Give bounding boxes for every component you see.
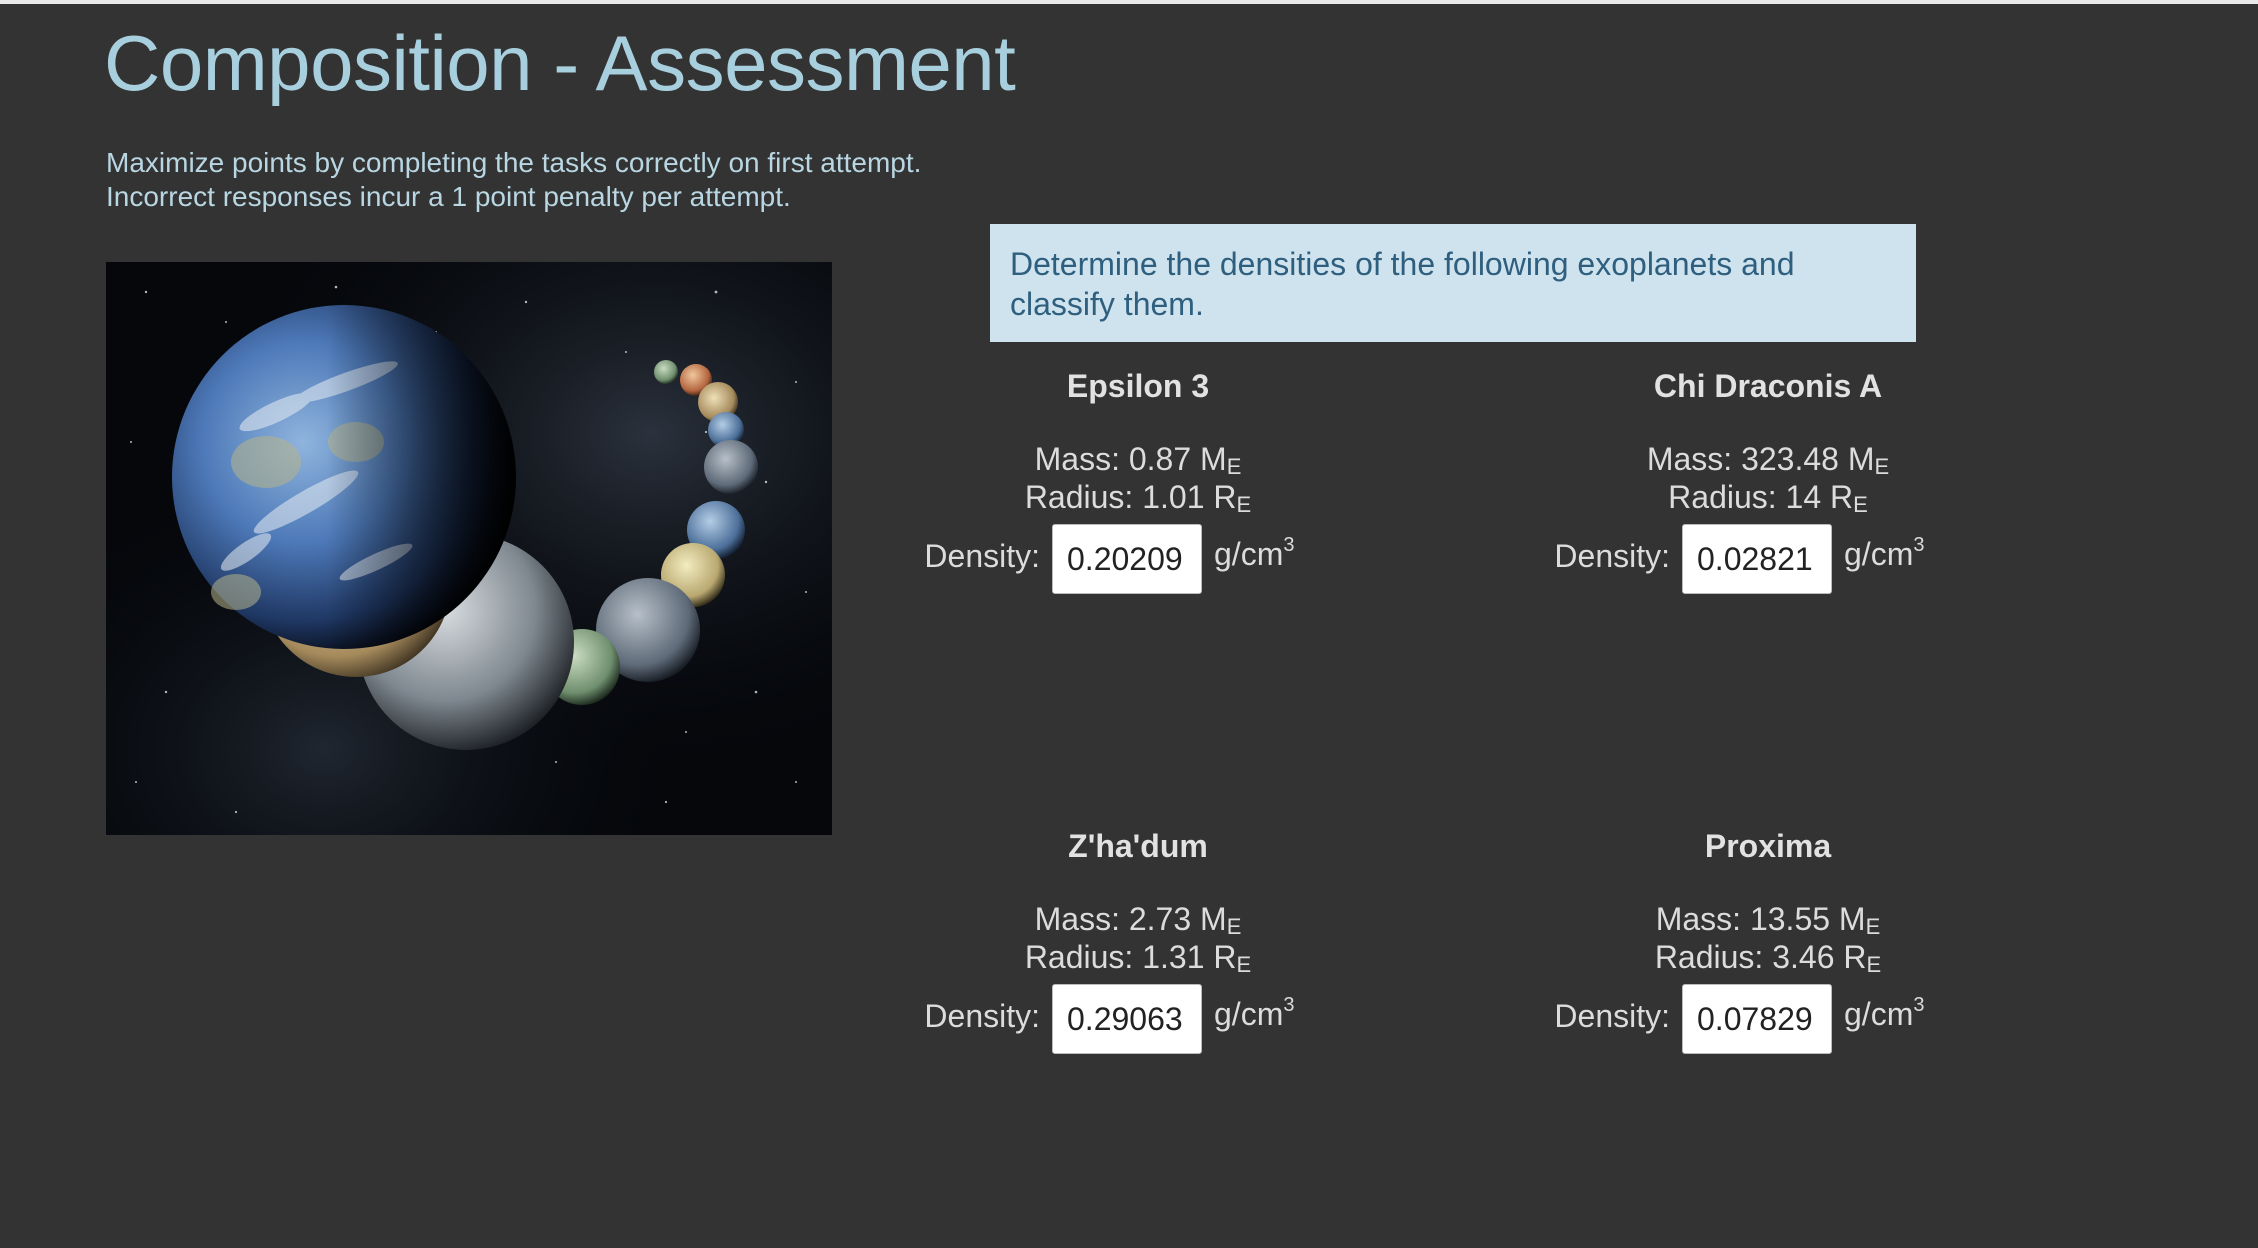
density-unit-exp: 3 (1913, 994, 1925, 1016)
radius-value: 1.31 (1142, 939, 1205, 975)
planet-stats: Mass: 13.55 ME Radius: 3.46 RE (1488, 900, 2048, 976)
density-row: Density: g/cm3 (858, 524, 1418, 594)
page-title: Composition - Assessment (104, 19, 1016, 107)
radius-label: Radius: (1668, 479, 1777, 515)
mass-unit: M (1200, 441, 1227, 477)
radius-label: Radius: (1024, 939, 1134, 975)
density-label: Density: (1554, 538, 1670, 574)
radius-unit: R (1213, 479, 1237, 515)
instruction-line: Incorrect responses incur a 1 point pena… (106, 181, 791, 212)
planet-card-chi-draconis-a: Chi Draconis A Mass: 323.48 ME Radius: 1… (1488, 368, 2048, 788)
density-unit: g/cm3 (1214, 534, 1295, 573)
density-input[interactable] (1682, 524, 1832, 594)
radius-unit-sub: E (1236, 492, 1252, 517)
density-unit: g/cm3 (1844, 994, 1925, 1033)
mass-line: Mass: 323.48 ME (1488, 440, 2048, 478)
planet-stats: Mass: 323.48 ME Radius: 14 RE (1488, 440, 2048, 516)
mass-value: 323.48 (1741, 441, 1839, 477)
density-unit-base: g/cm (1214, 536, 1284, 572)
planet-stats: Mass: 2.73 ME Radius: 1.31 RE (858, 900, 1418, 976)
density-input[interactable] (1052, 984, 1202, 1054)
density-unit-exp: 3 (1283, 534, 1295, 556)
mass-value: 0.87 (1128, 441, 1192, 477)
mass-label: Mass: (1646, 441, 1733, 477)
density-row: Density: g/cm3 (858, 984, 1418, 1054)
mass-value: 13.55 (1749, 901, 1831, 937)
planet-name: Epsilon 3 (1066, 368, 1210, 404)
mass-label: Mass: (1655, 901, 1742, 937)
radius-unit-sub: E (1853, 492, 1868, 517)
radius-unit-sub: E (1236, 952, 1252, 977)
instructions: Maximize points by completing the tasks … (106, 146, 1006, 214)
density-label: Density: (1554, 998, 1670, 1034)
density-unit-base: g/cm (1844, 996, 1914, 1032)
planet-name: Proxima (1704, 828, 1832, 864)
density-unit-exp: 3 (1283, 994, 1295, 1016)
planet-name: Chi Draconis A (1653, 368, 1883, 404)
exoplanets-illustration (106, 262, 832, 835)
mass-line: Mass: 2.73 ME (858, 900, 1418, 938)
planet-stats: Mass: 0.87 ME Radius: 1.01 RE (858, 440, 1418, 516)
planet-card-proxima: Proxima Mass: 13.55 ME Radius: 3.46 RE D… (1488, 828, 2048, 1248)
density-unit: g/cm3 (1844, 534, 1925, 573)
mass-unit-sub: E (1226, 454, 1242, 479)
radius-value: 3.46 (1772, 939, 1835, 975)
density-unit: g/cm3 (1214, 994, 1295, 1033)
radius-value: 1.01 (1142, 479, 1205, 515)
density-unit-exp: 3 (1913, 534, 1925, 556)
radius-label: Radius: (1654, 939, 1764, 975)
instruction-line: Maximize points by completing the tasks … (106, 147, 922, 178)
top-border (0, 0, 2258, 4)
radius-unit: R (1213, 939, 1237, 975)
mass-line: Mass: 0.87 ME (858, 440, 1418, 478)
planets-image (106, 262, 832, 835)
density-row: Density: g/cm3 (1488, 524, 2048, 594)
density-input[interactable] (1052, 524, 1202, 594)
radius-label: Radius: (1024, 479, 1134, 515)
radius-value: 14 (1785, 479, 1822, 515)
radius-unit-sub: E (1866, 952, 1882, 977)
radius-line: Radius: 1.31 RE (858, 938, 1418, 976)
mass-line: Mass: 13.55 ME (1488, 900, 2048, 938)
density-unit-base: g/cm (1844, 536, 1914, 572)
mass-unit: M (1847, 441, 1875, 477)
mass-unit-sub: E (1226, 914, 1242, 939)
mass-value: 2.73 (1128, 901, 1192, 937)
mass-unit: M (1200, 901, 1227, 937)
planet-card-epsilon-3: Epsilon 3 Mass: 0.87 ME Radius: 1.01 RE … (858, 368, 1418, 788)
radius-unit: R (1830, 479, 1854, 515)
radius-line: Radius: 1.01 RE (858, 478, 1418, 516)
radius-line: Radius: 3.46 RE (1488, 938, 2048, 976)
density-row: Density: g/cm3 (1488, 984, 2048, 1054)
density-label: Density: (924, 998, 1040, 1034)
radius-unit: R (1843, 939, 1867, 975)
mass-unit-sub: E (1874, 454, 1890, 479)
mass-unit-sub: E (1865, 914, 1881, 939)
mass-label: Mass: (1034, 441, 1120, 477)
radius-line: Radius: 14 RE (1488, 478, 2048, 516)
planet-card-zhadum: Z'ha'dum Mass: 2.73 ME Radius: 1.31 RE D… (858, 828, 1418, 1248)
mass-label: Mass: (1034, 901, 1120, 937)
density-label: Density: (924, 538, 1040, 574)
density-input[interactable] (1682, 984, 1832, 1054)
task-prompt: Determine the densities of the following… (990, 224, 1916, 342)
planet-name: Z'ha'dum (1068, 828, 1208, 864)
density-unit-base: g/cm (1214, 996, 1284, 1032)
mass-unit: M (1838, 901, 1866, 937)
